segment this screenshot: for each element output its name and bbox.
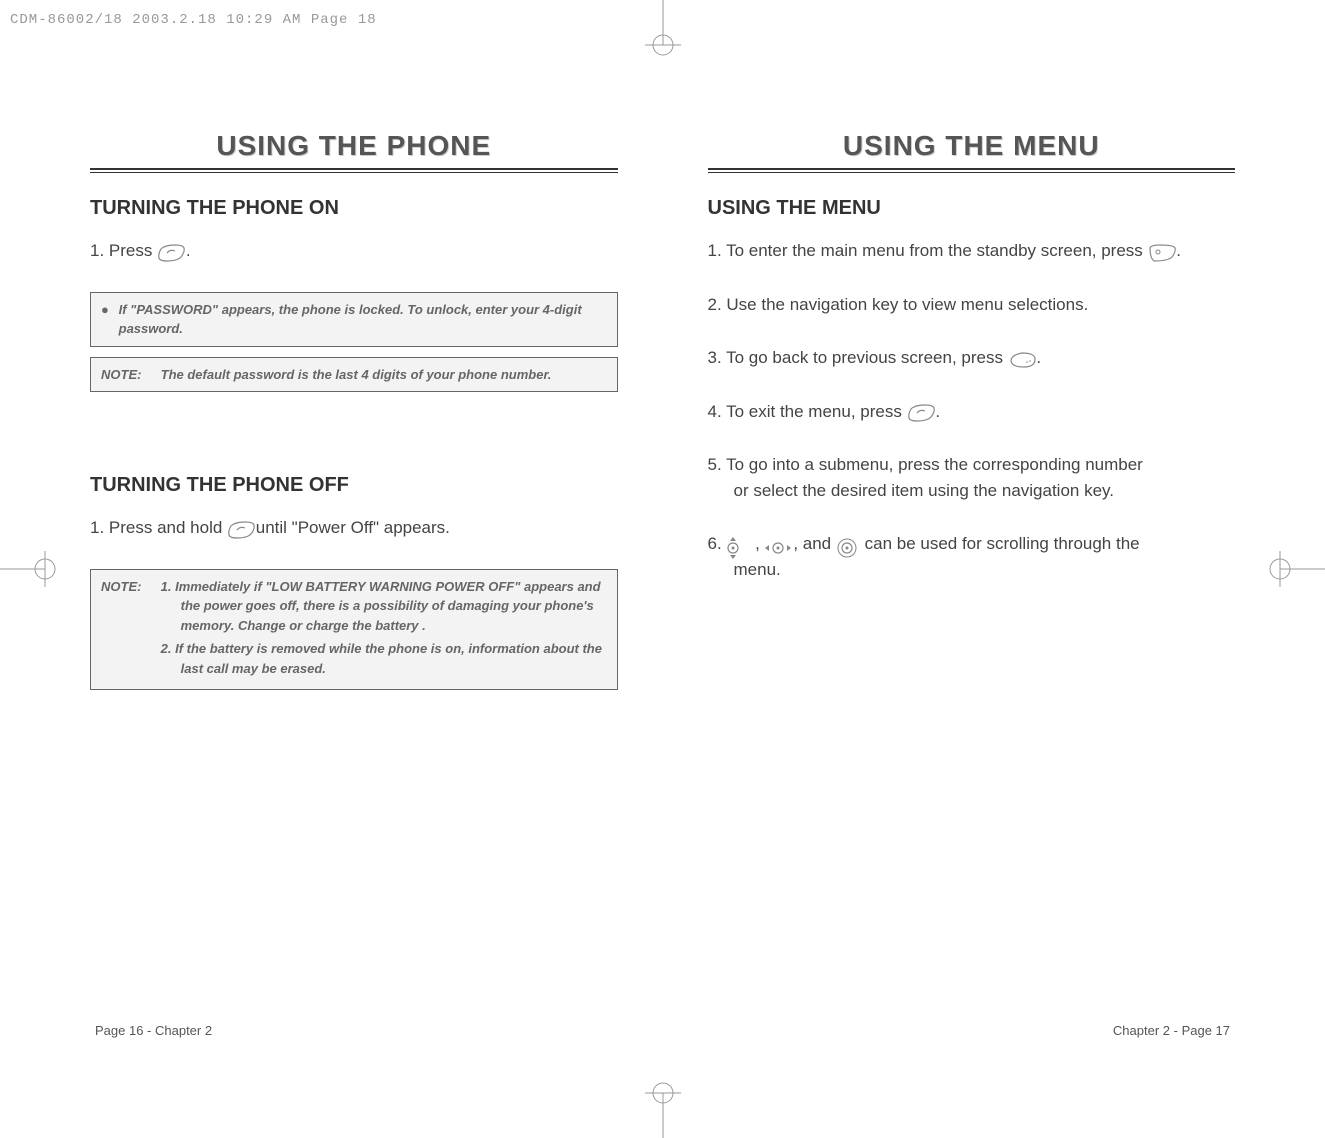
end-key-icon — [907, 404, 931, 420]
note-item: 1. Immediately if "LOW BATTERY WARNING P… — [161, 577, 605, 636]
left-page: USING THE PHONE TURNING THE PHONE ON 1. … — [90, 130, 618, 1078]
step-text: 6. , , and — [708, 531, 1236, 582]
note-text: If "PASSWORD" appears, the phone is lock… — [119, 300, 605, 339]
section-title-on: TURNING THE PHONE ON — [90, 197, 618, 220]
nav-left-right-icon — [765, 537, 789, 553]
bullet-icon: ● — [101, 300, 115, 320]
note-label: NOTE: — [101, 365, 157, 385]
crop-mark-top-icon — [633, 0, 693, 60]
page-spread: USING THE PHONE TURNING THE PHONE ON 1. … — [0, 0, 1325, 1138]
right-page: USING THE MENU USING THE MENU 1. To ente… — [708, 130, 1236, 1078]
note-label: NOTE: — [101, 577, 157, 597]
footer-right: Chapter 2 - Page 17 — [1113, 1023, 1230, 1038]
soft-key-icon — [1148, 244, 1172, 260]
section-title-menu: USING THE MENU — [708, 197, 1236, 220]
step-prefix: 4. To exit the menu, press — [708, 402, 907, 421]
footer-left: Page 16 - Chapter 2 — [95, 1023, 212, 1038]
step-text: 2. Use the navigation key to view menu s… — [708, 292, 1236, 318]
note-box-battery: NOTE: 1. Immediately if "LOW BATTERY WAR… — [90, 569, 618, 691]
step-text: 3. To go back to previous screen, press … — [708, 345, 1236, 371]
step-suffix: can be used for scrolling through the — [865, 534, 1140, 553]
note-box-password: ● If "PASSWORD" appears, the phone is lo… — [90, 292, 618, 347]
step-line-indent: or select the desired item using the nav… — [708, 478, 1236, 504]
page-title: USING THE MENU — [708, 130, 1236, 162]
step-prefix: 1. Press — [90, 241, 157, 260]
section-title-off: TURNING THE PHONE OFF — [90, 474, 618, 497]
note-content: 1. Immediately if "LOW BATTERY WARNING P… — [161, 577, 605, 683]
comma: , and — [793, 534, 836, 553]
note-box-default-password: NOTE: The default password is the last 4… — [90, 357, 618, 393]
end-key-icon — [157, 244, 181, 260]
crop-mark-right-icon — [1265, 539, 1325, 599]
step-line-indent: menu. — [708, 557, 1236, 583]
step-suffix: until "Power Off" appears. — [256, 518, 450, 537]
step-text: 5. To go into a submenu, press the corre… — [708, 452, 1236, 503]
nav-center-icon — [836, 537, 860, 553]
crop-mark-left-icon — [0, 539, 60, 599]
step-text: 4. To exit the menu, press . — [708, 399, 1236, 425]
end-key-icon — [227, 521, 251, 537]
page-title: USING THE PHONE — [90, 130, 618, 162]
step-prefix: 6. — [708, 534, 727, 553]
step-line: 5. To go into a submenu, press the corre… — [708, 455, 1143, 474]
comma: , — [755, 534, 764, 553]
step-text: 1. To enter the main menu from the stand… — [708, 238, 1236, 264]
step-text: 1. Press and hold until "Power Off" appe… — [90, 515, 618, 541]
header-document-info: CDM-86002/18 2003.2.18 10:29 AM Page 18 — [10, 12, 377, 28]
note-content: The default password is the last 4 digit… — [161, 365, 605, 385]
step-prefix: 1. Press and hold — [90, 518, 227, 537]
note-item: 2. If the battery is removed while the p… — [161, 639, 605, 678]
title-rule — [708, 168, 1236, 173]
nav-up-down-icon — [726, 537, 750, 553]
title-rule — [90, 168, 618, 173]
step-text: 1. Press . — [90, 238, 618, 264]
step-prefix: 3. To go back to previous screen, press — [708, 348, 1008, 367]
step-prefix: 1. To enter the main menu from the stand… — [708, 241, 1148, 260]
crop-mark-bottom-icon — [633, 1078, 693, 1138]
back-key-icon — [1008, 351, 1032, 367]
